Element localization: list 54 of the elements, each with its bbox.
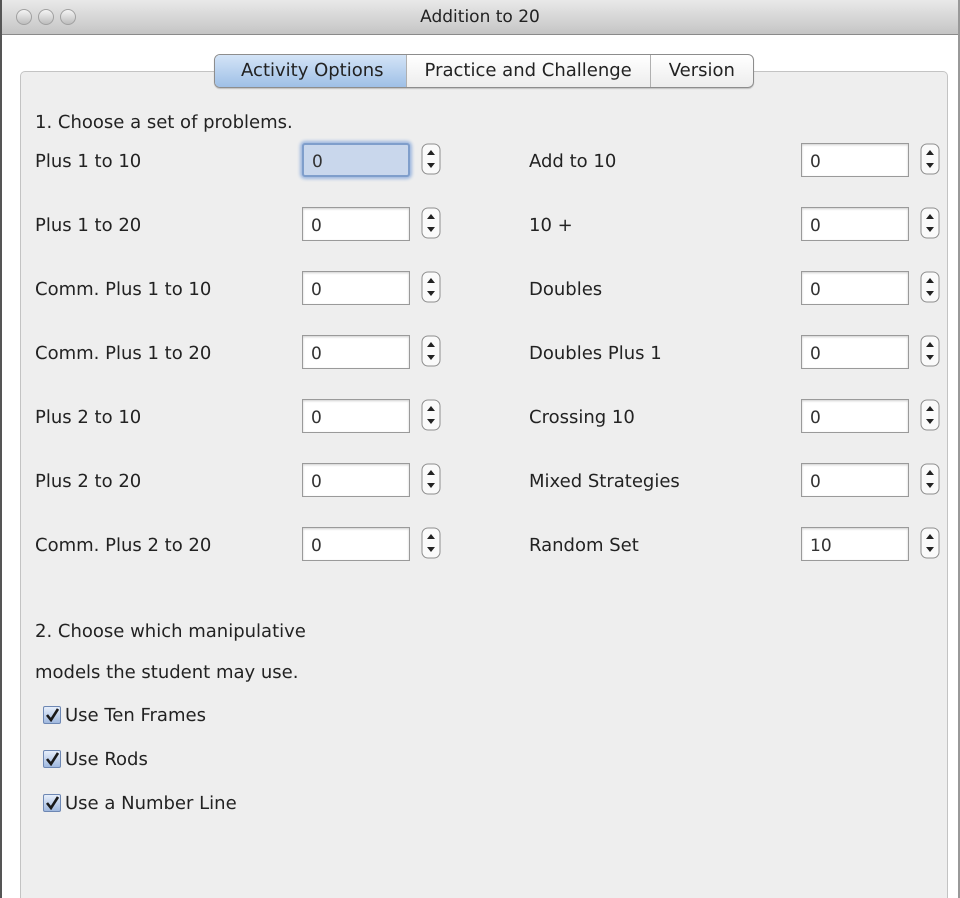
problem-set-label: 10 +: [529, 214, 574, 236]
stepper-control[interactable]: [920, 143, 940, 175]
problem-set-label: Crossing 10: [529, 406, 636, 428]
count-field[interactable]: 0: [801, 335, 909, 369]
stepper-control[interactable]: [421, 335, 441, 367]
stepper-control[interactable]: [920, 335, 940, 367]
checkbox[interactable]: [43, 706, 61, 724]
tab[interactable]: Practice and Challenge: [406, 55, 650, 87]
count-field[interactable]: 0: [801, 271, 909, 305]
count-field[interactable]: 0: [801, 463, 909, 497]
count-field[interactable]: 0: [302, 207, 410, 241]
problem-set-label: Doubles: [529, 278, 604, 300]
problem-set-label: Comm. Plus 1 to 20: [35, 342, 212, 364]
problem-set-label: Random Set: [529, 534, 640, 556]
stepper-control[interactable]: [920, 399, 940, 431]
problem-set-label: Add to 10: [529, 150, 618, 172]
problem-set-label: Plus 1 to 10: [35, 150, 142, 172]
checkbox[interactable]: [43, 750, 61, 768]
problem-set-label: Comm. Plus 2 to 20: [35, 534, 212, 556]
stepper-control[interactable]: [920, 207, 940, 239]
count-field[interactable]: 0: [302, 143, 410, 177]
section-heading: 2. Choose which manipulative: [35, 620, 307, 644]
stepper-control[interactable]: [920, 271, 940, 303]
count-field[interactable]: 0: [801, 207, 909, 241]
stepper-control[interactable]: [920, 527, 940, 559]
count-field[interactable]: 0: [801, 399, 909, 433]
problem-set-label: Plus 2 to 10: [35, 406, 142, 428]
checkbox-label: Use Ten Frames: [65, 704, 206, 726]
section-heading: models the student may use.: [35, 661, 300, 685]
count-field[interactable]: 0: [302, 463, 410, 497]
count-field[interactable]: 0: [302, 335, 410, 369]
tab[interactable]: Activity Options: [215, 55, 406, 87]
stepper-control[interactable]: [421, 463, 441, 495]
problem-set-label: Plus 1 to 20: [35, 214, 142, 236]
stepper-control[interactable]: [421, 143, 441, 175]
stepper-control[interactable]: [421, 527, 441, 559]
section-heading: 1. Choose a set of problems.: [35, 111, 294, 135]
checkbox-label: Use a Number Line: [65, 792, 237, 814]
stepper-control[interactable]: [421, 207, 441, 239]
count-field[interactable]: 0: [302, 527, 410, 561]
problem-set-label: Mixed Strategies: [529, 470, 681, 492]
problem-set-label: Doubles Plus 1: [529, 342, 663, 364]
count-field[interactable]: 10: [801, 527, 909, 561]
count-field[interactable]: 0: [302, 271, 410, 305]
problem-set-label: Plus 2 to 20: [35, 470, 142, 492]
problem-set-label: Comm. Plus 1 to 10: [35, 278, 212, 300]
window-title: Addition to 20: [420, 7, 540, 27]
checkbox-label: Use Rods: [65, 748, 148, 770]
count-field[interactable]: 0: [302, 399, 410, 433]
count-field[interactable]: 0: [801, 143, 909, 177]
checkbox[interactable]: [43, 794, 61, 812]
stepper-control[interactable]: [421, 399, 441, 431]
stepper-control[interactable]: [421, 271, 441, 303]
stepper-control[interactable]: [920, 463, 940, 495]
